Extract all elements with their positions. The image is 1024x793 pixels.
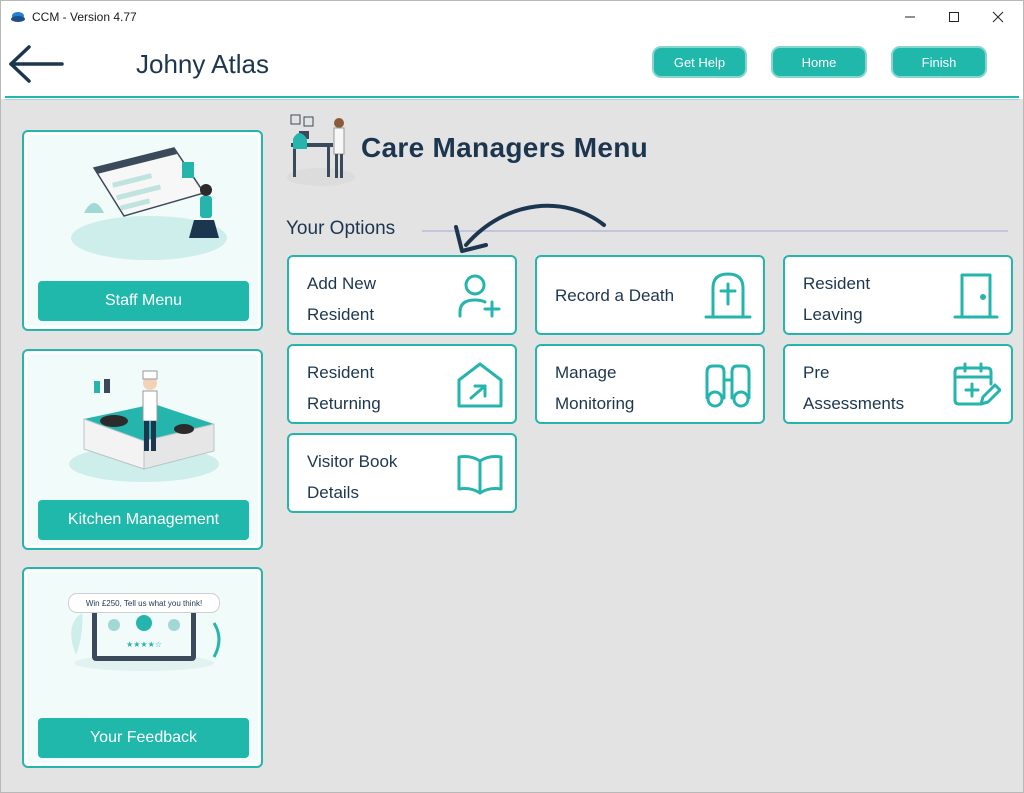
app-logo-icon: [11, 12, 25, 22]
add-person-icon: [458, 274, 501, 318]
option-visitor-book-details[interactable]: Visitor Book Details: [287, 433, 517, 513]
calendar-edit-icon: [953, 362, 1001, 406]
option-label-line1: Resident: [803, 274, 871, 293]
option-label-line2: Assessments: [803, 394, 905, 413]
option-label-line2: Resident: [307, 305, 375, 324]
get-help-button[interactable]: Get Help: [652, 46, 747, 78]
svg-text:★★★★☆: ★★★★☆: [126, 640, 162, 649]
kitchen-management-card[interactable]: Kitchen Management: [22, 349, 263, 550]
header-divider-thin: [5, 99, 1019, 100]
option-add-new-resident[interactable]: Add New Resident: [287, 255, 517, 335]
option-pre-assessments[interactable]: Pre Assessments: [783, 344, 1013, 424]
option-label-line1: Add New: [307, 274, 376, 293]
minimize-button[interactable]: [888, 1, 932, 33]
maximize-icon: [949, 12, 959, 22]
minimize-icon: [905, 16, 915, 18]
option-label-line1: Visitor Book: [307, 452, 398, 471]
page-title: Care Managers Menu: [361, 132, 649, 163]
home-button[interactable]: Home: [771, 46, 867, 78]
feedback-banner: Win £250, Tell us what you think!: [68, 593, 220, 613]
option-resident-leaving[interactable]: Resident Leaving: [783, 255, 1013, 335]
option-label-line2: Returning: [307, 394, 381, 413]
kitchen-illustration: [69, 370, 219, 482]
binoculars-icon: [705, 364, 751, 408]
close-icon: [992, 11, 1004, 23]
finish-button[interactable]: Finish: [891, 46, 987, 78]
header-divider: [5, 96, 1019, 98]
open-book-icon: [457, 455, 503, 495]
option-label-line2: Details: [307, 483, 359, 502]
option-resident-returning[interactable]: Resident Returning: [287, 344, 517, 424]
options-heading: Your Options: [286, 218, 396, 239]
curved-arrow-icon: [454, 203, 606, 253]
care-manager-illustration: [287, 114, 355, 186]
your-feedback-card[interactable]: ★★★★☆ Win £250, Tell us what you think! …: [22, 567, 263, 768]
option-label-line1: Resident: [307, 363, 375, 382]
title-bar: CCM - Version 4.77: [1, 1, 1023, 33]
staff-menu-button[interactable]: Staff Menu: [38, 281, 249, 321]
option-record-a-death[interactable]: Record a Death: [535, 255, 765, 335]
close-button[interactable]: [976, 1, 1020, 33]
maximize-button[interactable]: [932, 1, 976, 33]
user-name: Johny Atlas: [136, 49, 269, 79]
back-arrow-icon[interactable]: [7, 43, 65, 85]
app-window: CCM - Version 4.77 Johny Atlas Get Help …: [0, 0, 1024, 793]
option-label-line1: Manage: [555, 363, 617, 382]
staff-illustration: [71, 147, 227, 260]
option-label-line2: Leaving: [803, 305, 863, 324]
window-title: CCM - Version 4.77: [32, 10, 137, 24]
door-icon: [953, 273, 999, 319]
option-label-line1: Pre: [803, 363, 830, 382]
your-feedback-button[interactable]: Your Feedback: [38, 718, 249, 758]
option-label-line1: Record a Death: [555, 286, 675, 305]
option-manage-monitoring[interactable]: Manage Monitoring: [535, 344, 765, 424]
house-return-icon: [457, 362, 503, 408]
staff-menu-card[interactable]: Staff Menu: [22, 130, 263, 331]
gravestone-icon: [704, 272, 752, 319]
option-label-line2: Monitoring: [555, 394, 635, 413]
kitchen-management-button[interactable]: Kitchen Management: [38, 500, 249, 540]
